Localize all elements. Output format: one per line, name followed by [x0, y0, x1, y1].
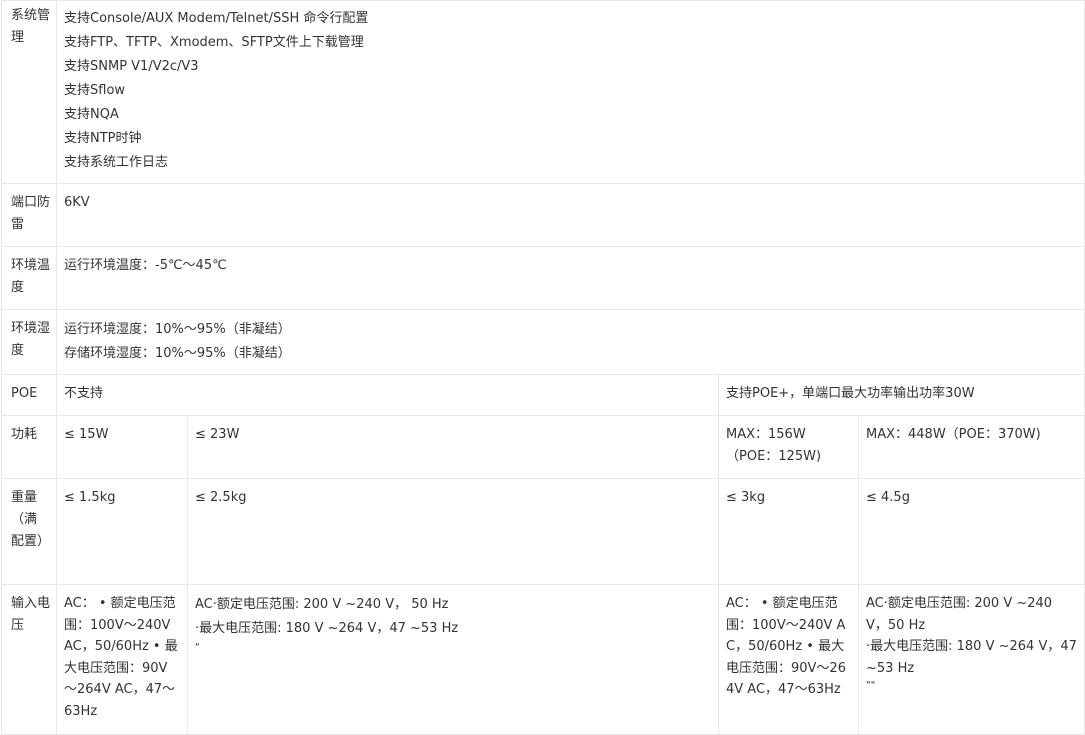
row-label-humidity: 环境湿度	[1, 309, 57, 375]
row-label-power: 功耗	[1, 415, 57, 479]
management-cell: 支持Console/AUX Modem/Telnet/SSH 命令行配置 支持F…	[56, 0, 1085, 184]
management-item-file-transfer: 支持FTP、TFTP、Xmodem、SFTP文件上下载管理	[64, 35, 364, 50]
weight-col2: ≤ 2.5kg	[195, 490, 247, 505]
row-label-poe: POE	[1, 374, 57, 416]
weight-col1: ≤ 1.5kg	[64, 490, 116, 505]
row-label-temperature: 环境温度	[1, 246, 57, 310]
power-col1-cell: ≤ 15W	[56, 415, 188, 479]
table-row-management: 系统管理 支持Console/AUX Modem/Telnet/SSH 命令行配…	[1, 0, 1085, 184]
weight-col3: ≤ 3kg	[726, 490, 766, 505]
input-col4-rated: AC·额定电压范围: 200 V ~240 V，50 Hz	[866, 596, 1053, 633]
weight-label: 重量（满配置）	[11, 490, 51, 549]
humidity-label: 环境湿度	[11, 321, 51, 358]
input-col4-max: ·最大电压范围: 180 V ~264 V，47 ~53 Hz	[866, 639, 1077, 676]
weight-col4-cell: ≤ 4.5g	[858, 478, 1085, 585]
humidity-operating: 运行环境湿度：10%～95%（非凝结）	[64, 322, 291, 337]
row-label-lightning: 端口防雷	[1, 183, 57, 247]
lightning-cell: 6KV	[56, 183, 1085, 247]
power-col4-cell: MAX：448W（POE：370W)	[858, 415, 1085, 479]
management-label: 系统管理	[11, 8, 51, 45]
poe-supported: 支持POE+，单端口最大功率输出功率30W	[726, 386, 975, 401]
management-item-snmp: 支持SNMP V1/V2c/V3	[64, 59, 199, 74]
power-col4: MAX：448W（POE：370W)	[866, 427, 1041, 442]
power-col3-max: MAX：156W	[726, 427, 806, 442]
input-voltage-label: 输入电压	[11, 596, 51, 633]
spec-table: 系统管理 支持Console/AUX Modem/Telnet/SSH 命令行配…	[1, 0, 1085, 735]
temperature-cell: 运行环境温度：-5℃～45℃	[56, 246, 1085, 310]
management-item-syslog: 支持系统工作日志	[64, 155, 169, 170]
table-row-poe: POE 不支持 支持POE+，单端口最大功率输出功率30W	[1, 374, 1085, 416]
power-col2-cell: ≤ 23W	[187, 415, 719, 479]
weight-col3-cell: ≤ 3kg	[718, 478, 859, 585]
table-row-temperature: 环境温度 运行环境温度：-5℃～45℃	[1, 246, 1085, 310]
management-item-cli: 支持Console/AUX Modem/Telnet/SSH 命令行配置	[64, 11, 369, 26]
row-label-management: 系统管理	[1, 0, 57, 184]
weight-col4: ≤ 4.5g	[866, 490, 910, 505]
input-col3-cell: AC： • 额定电压范围：100V～240V AC，50/60Hz • 最大电压…	[718, 584, 859, 735]
management-item-sflow: 支持Sflow	[64, 83, 126, 98]
temperature-value: 运行环境温度：-5℃～45℃	[64, 258, 227, 273]
humidity-cell: 运行环境湿度：10%～95%（非凝结） 存储环境湿度：10%～95%（非凝结）	[56, 309, 1085, 375]
table-row-input-voltage: 输入电压 AC： • 额定电压范围：100V～240V AC，50/60Hz •…	[1, 584, 1085, 735]
poe-unsupported-cell: 不支持	[56, 374, 719, 416]
lightning-label: 端口防雷	[11, 195, 51, 232]
management-item-ntp: 支持NTP时钟	[64, 131, 142, 146]
table-row-lightning: 端口防雷 6KV	[1, 183, 1085, 247]
weight-col2-cell: ≤ 2.5kg	[187, 478, 719, 585]
management-item-nqa: 支持NQA	[64, 107, 119, 122]
temperature-label: 环境温度	[11, 258, 51, 295]
table-row-weight: 重量（满配置） ≤ 1.5kg ≤ 2.5kg ≤ 3kg ≤ 4.5g	[1, 478, 1085, 585]
lightning-value: 6KV	[64, 195, 90, 210]
input-col4-mark: ""	[866, 680, 876, 691]
row-label-input-voltage: 输入电压	[1, 584, 57, 735]
input-col4-cell: AC·额定电压范围: 200 V ~240 V，50 Hz ·最大电压范围: 1…	[858, 584, 1085, 735]
power-col2: ≤ 23W	[195, 427, 240, 442]
input-col2-max: ·最大电压范围: 180 V ~264 V，47 ~53 Hz	[195, 621, 459, 636]
power-col3-cell: MAX：156W （POE：125W)	[718, 415, 859, 479]
poe-label: POE	[11, 386, 38, 401]
table-row-humidity: 环境湿度 运行环境湿度：10%～95%（非凝结） 存储环境湿度：10%～95%（…	[1, 309, 1085, 375]
humidity-storage: 存储环境湿度：10%～95%（非凝结）	[64, 346, 291, 361]
power-label: 功耗	[11, 427, 38, 442]
input-col2-rated: AC·额定电压范围: 200 V ~240 V， 50 Hz	[195, 597, 449, 612]
weight-col1-cell: ≤ 1.5kg	[56, 478, 188, 585]
input-col1-cell: AC： • 额定电压范围：100V～240V AC，50/60Hz • 最大电压…	[56, 584, 188, 735]
input-col2-cell: AC·额定电压范围: 200 V ~240 V， 50 Hz ·最大电压范围: …	[187, 584, 719, 735]
poe-supported-cell: 支持POE+，单端口最大功率输出功率30W	[718, 374, 1085, 416]
power-col3-poe: （POE：125W)	[726, 449, 822, 464]
poe-unsupported: 不支持	[64, 386, 104, 401]
input-col3: AC： • 额定电压范围：100V～240V AC，50/60Hz • 最大电压…	[726, 596, 846, 697]
input-col2-mark: "	[195, 642, 200, 653]
table-row-power: 功耗 ≤ 15W ≤ 23W MAX：156W （POE：125W) MAX：4…	[1, 415, 1085, 479]
power-col1: ≤ 15W	[64, 427, 109, 442]
input-col1: AC： • 额定电压范围：100V～240V AC，50/60Hz • 最大电压…	[64, 596, 178, 719]
row-label-weight: 重量（满配置）	[1, 478, 57, 585]
